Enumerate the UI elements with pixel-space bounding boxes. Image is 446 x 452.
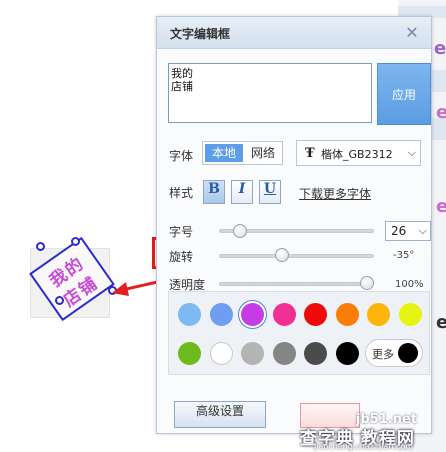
current-color-swatch [398, 343, 418, 363]
font-family-select[interactable]: Ŧ 楷体_GB2312 ⌵ [296, 140, 421, 166]
color-swatch[interactable] [241, 342, 264, 365]
apply-button[interactable]: 应用 [377, 63, 431, 125]
color-swatch[interactable] [304, 303, 327, 326]
font-label: 字体 [169, 149, 194, 163]
color-palette: 更多 [168, 291, 430, 375]
resize-handle[interactable] [55, 296, 64, 305]
background-letter: e [436, 102, 446, 123]
rotation-label: 旋转 [169, 250, 194, 264]
color-swatch[interactable] [178, 342, 201, 365]
bold-button[interactable]: B [203, 180, 225, 204]
font-source-toggle: 本地 网络 [202, 141, 283, 165]
color-swatch[interactable] [209, 342, 233, 365]
font-source-network[interactable]: 网络 [246, 144, 280, 162]
more-colors-button[interactable]: 更多 [365, 339, 423, 367]
rotation-slider-thumb[interactable] [275, 248, 290, 262]
font-size-value: 26 [391, 224, 407, 238]
color-swatch[interactable] [178, 303, 201, 326]
text-input[interactable]: 我的 店铺 [168, 63, 372, 123]
dialog-title-bar[interactable]: 文字编辑框 ✕ [157, 17, 431, 49]
selected-font: 楷体_GB2312 [321, 148, 393, 161]
font-size-select[interactable]: 26 ⌵ [385, 221, 431, 241]
resize-handle[interactable] [108, 286, 117, 295]
italic-button[interactable]: I [231, 180, 253, 204]
color-swatch[interactable] [367, 303, 390, 326]
color-swatch[interactable] [209, 303, 233, 326]
background-tab [432, 70, 446, 92]
font-source-local[interactable]: 本地 [205, 144, 243, 162]
close-icon[interactable]: ✕ [403, 23, 421, 42]
color-swatch[interactable] [272, 342, 296, 365]
resize-handle[interactable] [36, 242, 45, 251]
dialog-title: 文字编辑框 [170, 27, 231, 41]
opacity-slider-track[interactable] [219, 282, 374, 286]
size-label: 字号 [169, 225, 194, 239]
opacity-value: 100% [395, 279, 424, 290]
rotation-slider-track[interactable] [219, 254, 374, 258]
watermark-url: jiaocheng.chazidian.com [314, 442, 414, 451]
rotation-value: -35° [393, 250, 415, 261]
resize-handle[interactable] [71, 237, 80, 246]
size-slider-thumb[interactable] [233, 224, 248, 238]
color-swatch[interactable] [272, 303, 296, 326]
download-fonts-link[interactable]: 下载更多字体 [299, 185, 371, 202]
chevron-down-icon: ⌵ [407, 146, 416, 159]
color-swatch[interactable] [241, 303, 264, 326]
background-letter: e [436, 196, 446, 217]
advanced-settings-button[interactable]: 高级设置 [174, 401, 266, 428]
text-edit-dialog: 文字编辑框 ✕ 我的 店铺 应用 字体 本地 网络 Ŧ 楷体_GB2312 ⌵ … [156, 16, 432, 434]
color-swatch[interactable] [304, 342, 327, 365]
background-letter: e [436, 312, 446, 333]
color-swatch[interactable] [335, 342, 359, 365]
background-letter: e [434, 38, 446, 59]
opacity-slider-thumb[interactable] [360, 276, 374, 290]
chevron-down-icon: ⌵ [418, 224, 427, 237]
color-swatch[interactable] [335, 303, 359, 326]
stamp-preview[interactable]: 我的 店铺 [28, 236, 117, 322]
style-label: 样式 [169, 186, 194, 200]
color-swatch[interactable] [398, 303, 422, 326]
underline-button[interactable]: U [259, 180, 281, 204]
more-colors-label: 更多 [372, 348, 394, 361]
truetype-icon: Ŧ [305, 146, 315, 161]
